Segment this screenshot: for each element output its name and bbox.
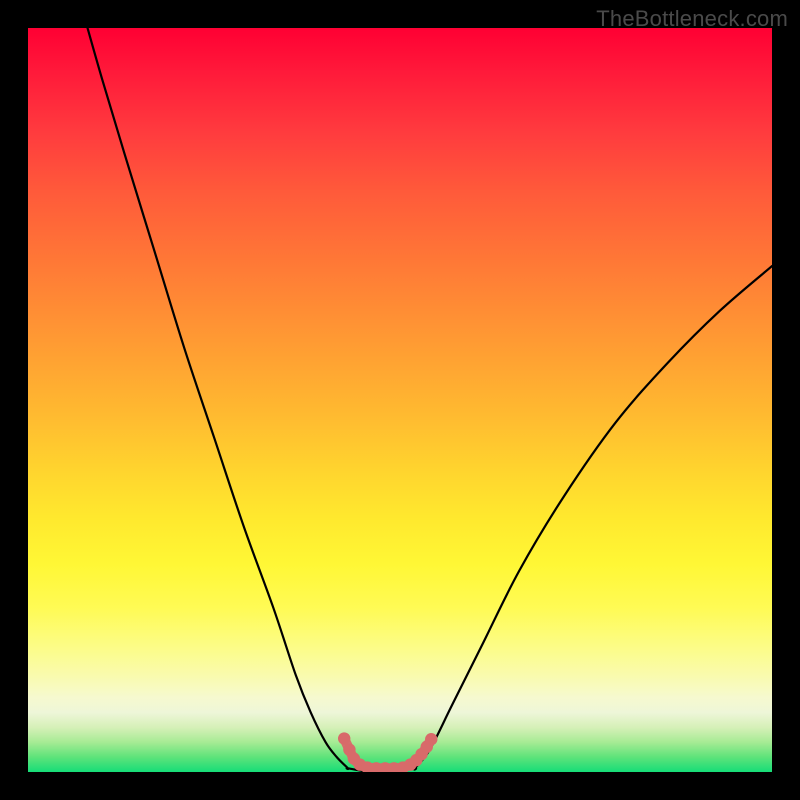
marker-dot: [425, 733, 437, 745]
bottleneck-curve: [88, 28, 772, 772]
marker-cluster: [338, 732, 437, 772]
plot-area: [28, 28, 772, 772]
curve-layer: [28, 28, 772, 772]
watermark-text: TheBottleneck.com: [596, 6, 788, 32]
curve-path: [88, 28, 772, 772]
chart-frame: TheBottleneck.com: [0, 0, 800, 800]
marker-dot: [338, 732, 350, 744]
